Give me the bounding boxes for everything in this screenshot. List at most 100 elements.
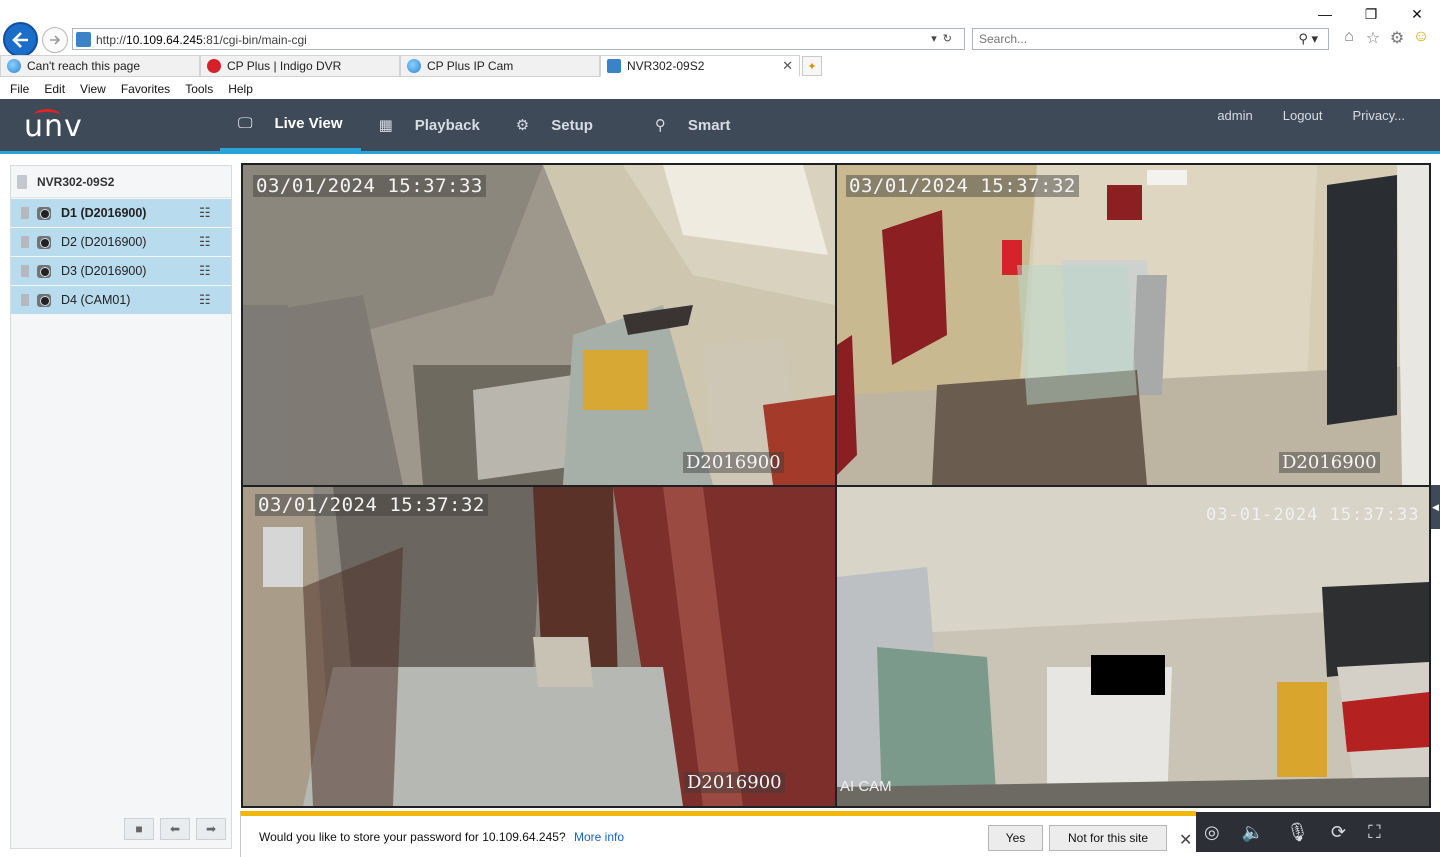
privacy-link[interactable]: Privacy... — [1353, 108, 1406, 123]
camera-feed-4 — [837, 487, 1429, 806]
nav-setup[interactable]: ⚙ Setup — [498, 99, 611, 151]
menu-help[interactable]: Help — [228, 82, 253, 96]
video-timestamp: 03/01/2024 15:37:32 — [255, 494, 488, 516]
device-panel: NVR302-09S2 D1 (D2016900) ☷ D2 (D2016900… — [10, 165, 232, 849]
menu-file[interactable]: File — [10, 82, 29, 96]
more-info-link[interactable]: More info — [574, 830, 624, 844]
fullscreen-icon[interactable]: ⛶ — [1368, 822, 1381, 843]
back-button[interactable] — [3, 22, 38, 57]
restore-button[interactable]: ❐ — [1348, 0, 1394, 28]
chevron-left-icon: ◀ — [1432, 501, 1439, 512]
person-icon: ⚲ — [654, 117, 666, 134]
next-page-button[interactable]: ➡ — [196, 818, 226, 840]
tab-cant-reach[interactable]: Can't reach this page — [0, 55, 200, 77]
close-notification-icon[interactable]: ✕ — [1179, 830, 1192, 850]
collapse-side-panel-button[interactable]: ◀ — [1431, 485, 1440, 529]
minimize-button[interactable]: — — [1302, 0, 1348, 28]
nvr-icon — [17, 174, 27, 189]
tab-label: CP Plus | Indigo DVR — [227, 59, 342, 73]
live-view-toolbar: ◎ 🔈 🎙 ⟳ ⛶ — [1196, 812, 1440, 852]
window-controls: — ❐ ✕ — [1302, 0, 1440, 28]
nav-smart[interactable]: ⚲ Smart — [637, 99, 749, 151]
video-tile-2[interactable]: 03/01/2024 15:37:32 D2016900 — [837, 165, 1429, 485]
volume-icon[interactable]: 🔈 — [1242, 822, 1264, 843]
close-window-button[interactable]: ✕ — [1394, 0, 1440, 28]
device-tree-root[interactable]: NVR302-09S2 — [11, 166, 231, 198]
record-search-icon[interactable]: ☷ — [199, 205, 217, 220]
menu-edit[interactable]: Edit — [44, 82, 65, 96]
favorites-star-icon[interactable]: ☆ — [1364, 28, 1382, 48]
channel-label: D2 (D2016900) — [61, 235, 147, 249]
drag-handle-icon — [21, 207, 29, 219]
search-icon[interactable]: ⚲ ▾ — [1298, 31, 1318, 47]
logout-link[interactable]: Logout — [1283, 108, 1323, 123]
settings-gear-icon[interactable]: ⚙ — [1388, 28, 1406, 48]
prev-page-button[interactable]: ⬅ — [160, 818, 190, 840]
tab-label: CP Plus IP Cam — [427, 59, 514, 73]
video-timestamp: 03/01/2024 15:37:32 — [846, 175, 1079, 197]
address-bar[interactable]: http://10.109.64.245:81/cgi-bin/main-cgi… — [72, 28, 965, 50]
user-links: admin Logout Privacy... — [1217, 108, 1405, 123]
feedback-smiley-icon[interactable]: ☺ — [1412, 28, 1430, 48]
live-view-grid: 03/01/2024 15:37:33 D2016900 03/01/2024 … — [241, 163, 1431, 808]
forward-button[interactable] — [42, 27, 68, 53]
menu-favorites[interactable]: Favorites — [121, 82, 170, 96]
unv-logo: unv — [24, 109, 83, 144]
ptz-icon[interactable]: ◎ — [1204, 822, 1220, 843]
arrow-left-icon: ⬅ — [169, 822, 181, 836]
channel-item-d4[interactable]: D4 (CAM01) ☷ — [11, 286, 231, 314]
new-tab-button[interactable]: ✦ — [802, 56, 822, 76]
camera-icon — [37, 293, 51, 307]
channel-item-d3[interactable]: D3 (D2016900) ☷ — [11, 257, 231, 285]
stop-all-button[interactable]: ■ — [124, 818, 154, 840]
nav-label: Setup — [551, 116, 593, 134]
tab-cp-plus-dvr[interactable]: CP Plus | Indigo DVR — [200, 55, 400, 77]
channel-item-d1[interactable]: D1 (D2016900) ☷ — [11, 199, 231, 227]
video-osd-label: D2016900 — [683, 452, 784, 473]
notification-message: Would you like to store your password fo… — [259, 830, 566, 844]
camera-icon — [37, 206, 51, 220]
main-nav: 🖵 Live View ▦ Playback ⚙ Setup ⚲ Smart — [220, 99, 748, 151]
address-url[interactable]: http://10.109.64.245:81/cgi-bin/main-cgi — [96, 33, 307, 47]
tab-nvr[interactable]: NVR302-09S2 ✕ — [600, 55, 800, 77]
video-osd-label: AI CAM — [840, 778, 892, 795]
record-search-icon[interactable]: ☷ — [199, 263, 217, 278]
3d-zoom-icon[interactable]: ⟳ — [1331, 822, 1346, 843]
nav-live-view[interactable]: 🖵 Live View — [220, 99, 361, 151]
close-tab-icon[interactable]: ✕ — [782, 58, 793, 74]
site-favicon — [76, 32, 91, 47]
search-input[interactable] — [973, 29, 1273, 49]
film-icon: ▦ — [378, 117, 393, 134]
camera-feed-2 — [837, 165, 1429, 485]
channel-item-d2[interactable]: D2 (D2016900) ☷ — [11, 228, 231, 256]
video-tile-1[interactable]: 03/01/2024 15:37:33 D2016900 — [243, 165, 835, 485]
record-search-icon[interactable]: ☷ — [199, 292, 217, 307]
camera-icon — [37, 235, 51, 249]
video-timestamp: 03/01/2024 15:37:33 — [253, 175, 486, 197]
video-tile-4[interactable]: 03-01-2024 15:37:33 AI CAM — [837, 487, 1429, 806]
nav-label: Smart — [687, 116, 731, 134]
tab-label: NVR302-09S2 — [627, 59, 705, 73]
menu-view[interactable]: View — [80, 82, 106, 96]
menu-tools[interactable]: Tools — [185, 82, 213, 96]
record-search-icon[interactable]: ☷ — [199, 234, 217, 249]
refresh-icon[interactable]: ↻ — [943, 33, 958, 45]
monitor-icon: 🖵 — [238, 115, 253, 132]
channel-label: D3 (D2016900) — [61, 264, 147, 278]
panel-footer-controls: ■ ⬅ ➡ — [124, 818, 226, 840]
home-icon[interactable]: ⌂ — [1340, 28, 1358, 48]
dropdown-arrow-icon[interactable]: ▾ — [931, 33, 943, 45]
ie-icon — [407, 59, 421, 73]
talk-icon[interactable]: 🎙 — [1286, 822, 1309, 843]
camera-feed-3 — [243, 487, 835, 806]
tab-cp-plus-ip-cam[interactable]: CP Plus IP Cam — [400, 55, 600, 77]
privacy-mask — [1091, 655, 1165, 695]
not-for-this-site-button[interactable]: Not for this site — [1049, 825, 1167, 851]
search-box[interactable]: ⚲ ▾ — [972, 28, 1329, 50]
save-password-yes-button[interactable]: Yes — [988, 825, 1043, 851]
user-admin-link[interactable]: admin — [1217, 108, 1252, 123]
address-tools[interactable]: ▾↻ — [931, 32, 958, 45]
nav-playback[interactable]: ▦ Playback — [361, 99, 498, 151]
video-tile-3[interactable]: 03/01/2024 15:37:32 D2016900 — [243, 487, 835, 806]
drag-handle-icon — [21, 236, 29, 248]
